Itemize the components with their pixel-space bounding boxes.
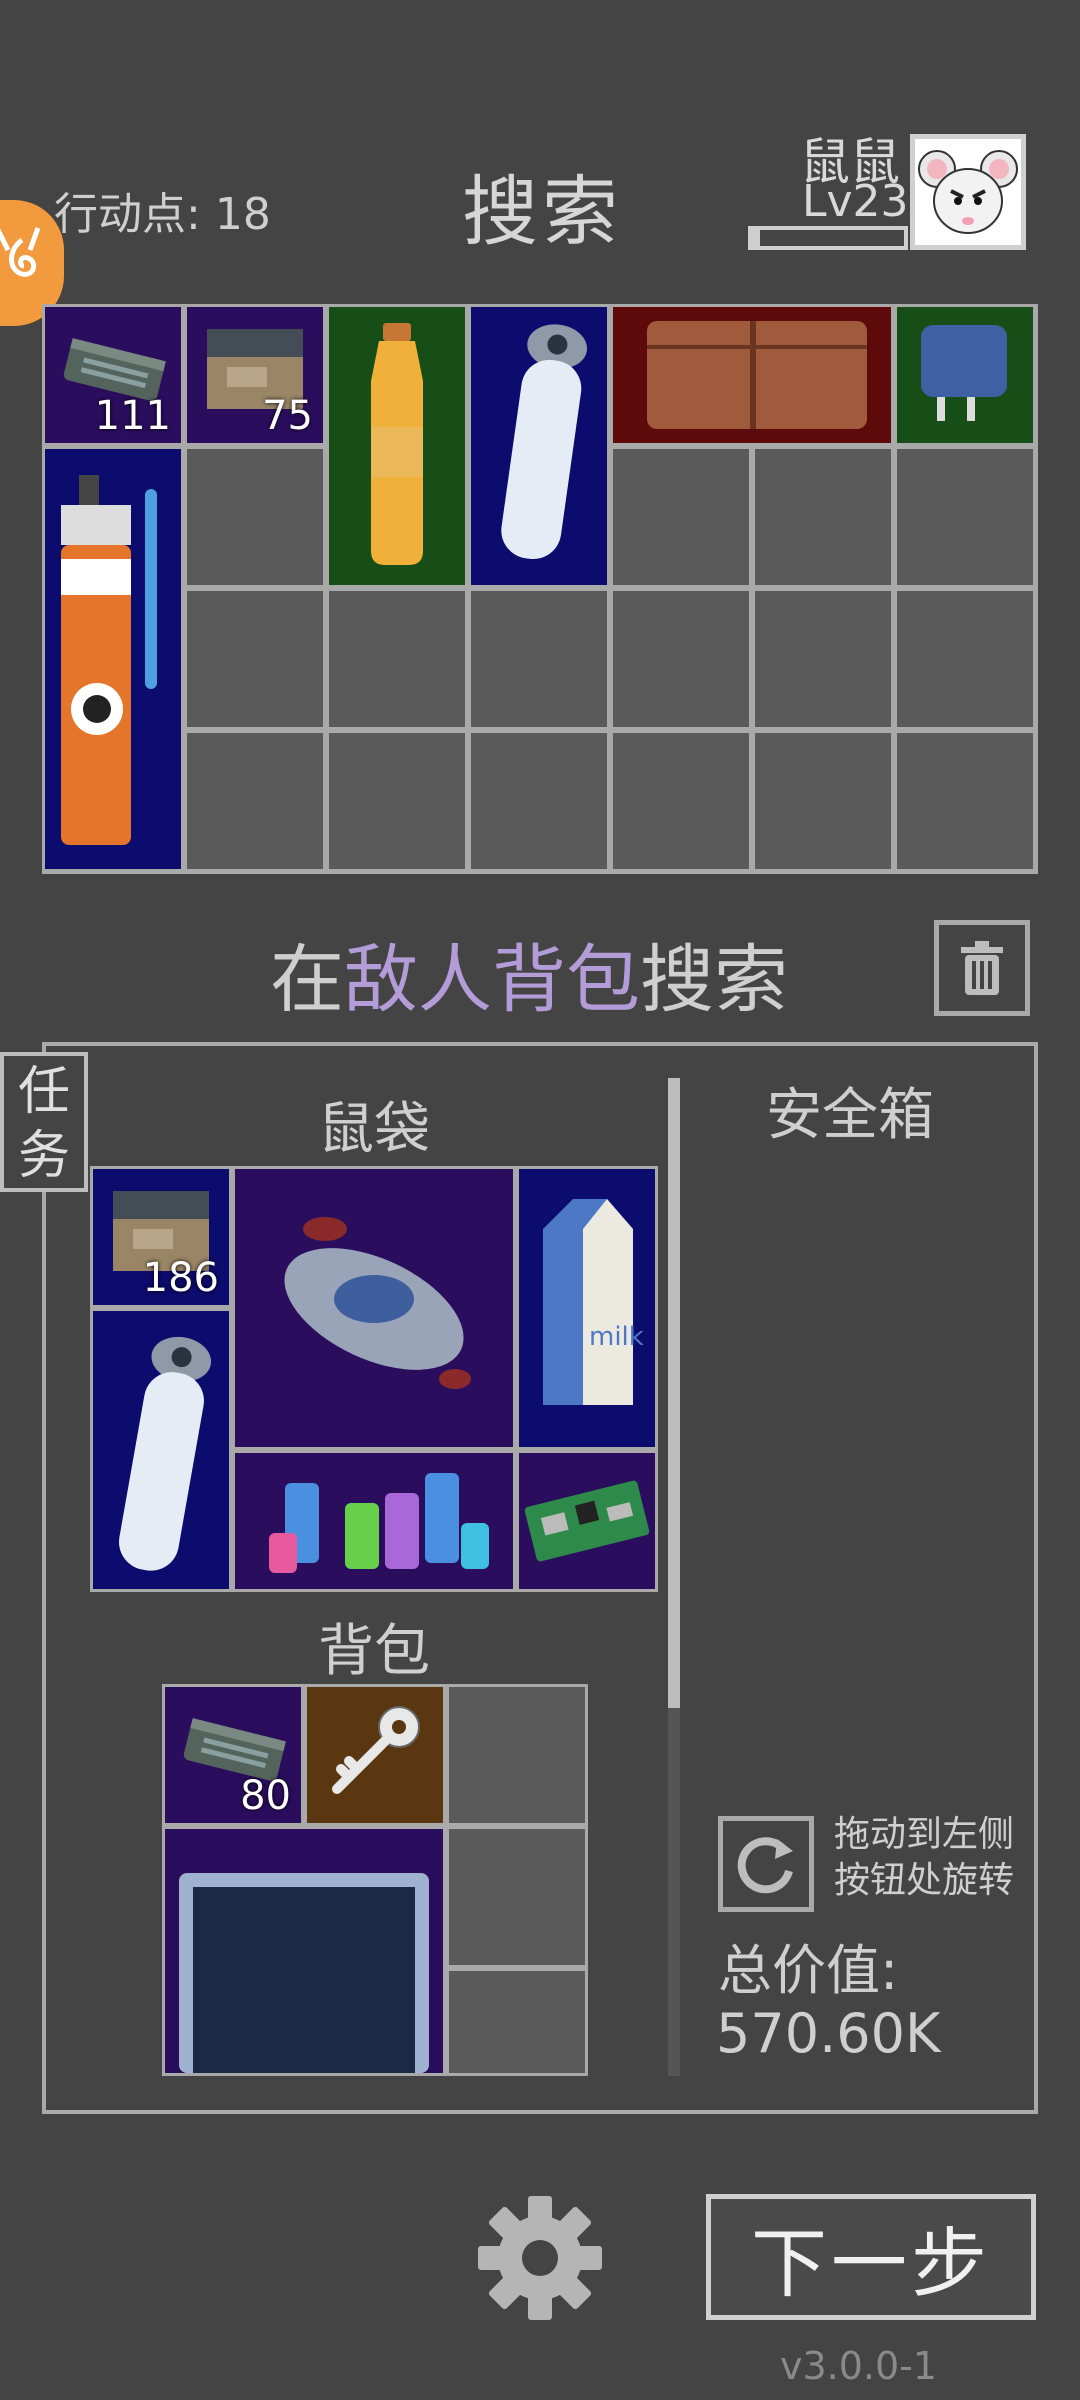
loot-grid-cell[interactable] — [752, 588, 894, 730]
total-value: 570.60K — [716, 2002, 941, 2065]
avatar[interactable] — [910, 134, 1026, 250]
trash-button[interactable] — [934, 920, 1030, 1016]
wallet-icon — [647, 321, 867, 429]
trash-icon — [961, 941, 1003, 995]
item-quantity: 80 — [240, 1773, 291, 1819]
loot-grid-cell[interactable] — [894, 730, 1036, 872]
rotate-icon — [737, 1837, 793, 1894]
search-title-prefix: 在 — [270, 937, 344, 1023]
gear-icon — [478, 2196, 602, 2320]
loot-grid-cell[interactable] — [184, 446, 326, 588]
action-points-value: 18 — [214, 189, 271, 240]
scrollbar-thumb[interactable] — [668, 1078, 680, 1708]
bottles-icon — [269, 1473, 489, 1573]
loot-grid-cell[interactable] — [468, 588, 610, 730]
backpack-label: 背包 — [318, 1619, 430, 1684]
loot-item-oil-bottle[interactable] — [326, 304, 468, 588]
loot-grid-cell[interactable] — [752, 446, 894, 588]
rat-bag-label: 鼠袋 — [318, 1097, 430, 1162]
item-quantity: 186 — [142, 1255, 219, 1301]
task-tab[interactable]: 任 务 — [0, 1052, 88, 1192]
water-bottle-icon — [501, 324, 588, 560]
spray-can-icon — [61, 475, 157, 845]
loot-grid-cell[interactable] — [894, 446, 1036, 588]
total-value-label: 总价值: — [718, 1939, 899, 2002]
task-tab-line2: 务 — [17, 1126, 70, 1186]
action-points-label: 行动点: — [54, 189, 201, 240]
next-step-button[interactable]: 下一步 — [706, 2194, 1036, 2320]
loot-grid-cell[interactable] — [326, 588, 468, 730]
xp-fill — [752, 230, 760, 246]
rotate-hint: 拖动到左侧 按钮处旋转 — [834, 1812, 1014, 1904]
loot-item-power-adapter[interactable] — [894, 304, 1036, 446]
milk-carton-icon: milk — [543, 1199, 644, 1405]
safe-box-label: 安全箱 — [766, 1083, 934, 1148]
player-level: Lv23 — [802, 176, 909, 227]
loot-item-spray-can[interactable] — [42, 446, 184, 872]
loot-grid-cell[interactable] — [468, 730, 610, 872]
bag-item-water-bottle[interactable] — [90, 1308, 232, 1592]
backpack-grid-cell[interactable] — [446, 1968, 588, 2076]
loot-item-leather-wallet[interactable] — [610, 304, 894, 446]
bag-item-chemical-bottles[interactable] — [232, 1450, 516, 1592]
action-points: 行动点: 18 — [54, 178, 271, 242]
search-title-highlight: 敌人背包 — [344, 937, 640, 1023]
loot-grid-cell[interactable] — [610, 730, 752, 872]
loot-grid-cell[interactable] — [184, 730, 326, 872]
loot-item-cardboard-box[interactable]: 75 — [184, 304, 326, 446]
backpack-item-key[interactable] — [304, 1684, 446, 1826]
loot-grid-cell[interactable] — [752, 730, 894, 872]
loot-grid-cell[interactable] — [894, 588, 1036, 730]
backpack-grid-cell[interactable] — [446, 1684, 588, 1826]
xp-bar — [748, 226, 908, 250]
bag-item-circuit-board[interactable] — [516, 1450, 658, 1592]
search-title-suffix: 搜索 — [640, 937, 788, 1023]
loot-grid-cell[interactable] — [184, 588, 326, 730]
spaceship-icon — [284, 1217, 471, 1389]
backpack-grid-cell[interactable] — [446, 1826, 588, 1968]
rotate-button[interactable] — [718, 1816, 814, 1912]
loot-grid-cell[interactable] — [610, 446, 752, 588]
bag-item-milk-carton[interactable]: milk — [516, 1166, 658, 1450]
backpack-item-battery[interactable]: 80 — [162, 1684, 304, 1826]
version-label: v3.0.0-1 — [780, 2344, 938, 2388]
settings-button[interactable] — [472, 2190, 608, 2326]
rotate-hint-line1: 拖动到左侧 — [834, 1814, 1015, 1855]
rotate-hint-line2: 按钮处旋转 — [834, 1860, 1015, 1901]
item-quantity: 75 — [262, 393, 313, 439]
bag-item-cardboard-box[interactable]: 186 — [90, 1166, 232, 1308]
bottle-icon — [371, 323, 423, 565]
monitor-icon — [179, 1873, 429, 2073]
loot-item-battery[interactable]: 111 — [42, 304, 184, 446]
water-bottle-icon — [118, 1336, 212, 1571]
task-tab-line1: 任 — [17, 1062, 70, 1122]
loot-grid-cell[interactable] — [326, 730, 468, 872]
power-adapter-icon — [921, 325, 1007, 421]
bag-item-spaceship[interactable] — [232, 1166, 516, 1450]
milk-text: milk — [589, 1322, 644, 1352]
item-quantity: 111 — [94, 393, 171, 439]
backpack-item-monitor[interactable] — [162, 1826, 446, 2076]
key-icon — [332, 1706, 420, 1794]
search-enemy-backpack-title: 在敌人背包搜索 — [270, 920, 788, 1027]
loot-grid-cell[interactable] — [610, 588, 752, 730]
loot-item-water-bottle[interactable] — [468, 304, 610, 588]
rat-avatar-icon — [918, 150, 1018, 234]
circuit-board-icon — [524, 1480, 650, 1562]
page-title: 搜索 — [462, 167, 622, 256]
